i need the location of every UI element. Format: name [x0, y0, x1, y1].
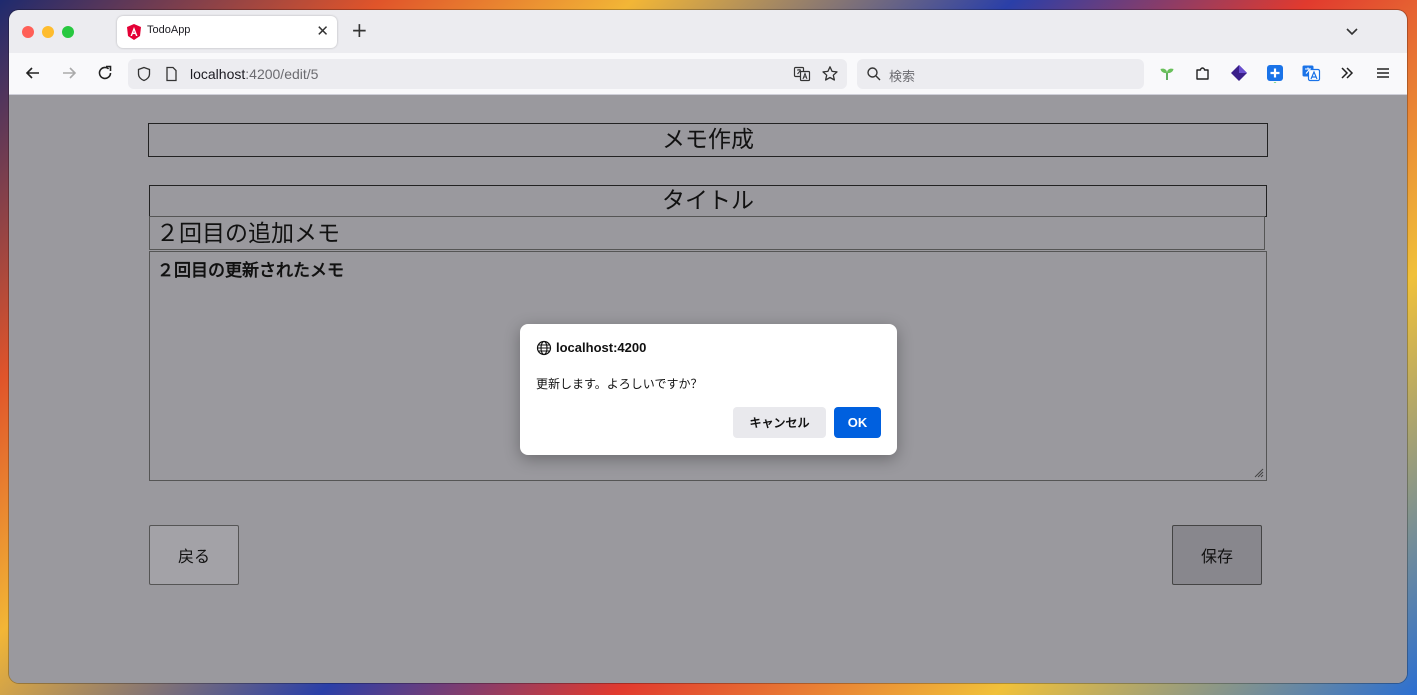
tab-bar: TodoApp ✕ +	[9, 10, 1407, 53]
search-placeholder: 検索	[889, 70, 916, 85]
diamond-extension-icon[interactable]	[1229, 63, 1249, 83]
url-path: :4200/edit/5	[245, 66, 319, 82]
title-input[interactable]: ２回目の追加メモ	[149, 216, 1265, 250]
add-extension-icon[interactable]	[1265, 63, 1285, 83]
translate-extension-icon[interactable]	[1301, 63, 1321, 83]
minimize-window-button[interactable]	[42, 26, 54, 38]
memo-text: ２回目の更新されたメモ	[157, 261, 344, 281]
ok-button[interactable]: OK	[834, 407, 881, 438]
navigation-toolbar: localhost:4200/edit/5 検索	[9, 53, 1407, 95]
search-icon	[867, 67, 881, 81]
chevron-down-icon[interactable]	[1345, 24, 1359, 38]
zoom-window-button[interactable]	[62, 26, 74, 38]
overflow-chevrons-icon[interactable]	[1337, 63, 1357, 83]
tab-todoapp[interactable]: TodoApp ✕	[117, 16, 337, 48]
url-host: localhost	[190, 66, 246, 82]
search-input[interactable]: 検索	[857, 59, 1144, 89]
angular-logo-icon	[127, 24, 141, 40]
url-text: localhost:4200/edit/5	[190, 66, 318, 82]
reload-icon[interactable]	[95, 63, 115, 83]
cancel-button[interactable]: キャンセル	[733, 407, 826, 438]
page-title: メモ作成	[148, 123, 1268, 157]
resize-handle-icon[interactable]	[1252, 466, 1264, 478]
dialog-message: 更新します。よろしいですか？	[536, 377, 703, 391]
hamburger-menu-icon[interactable]	[1373, 63, 1393, 83]
browser-window: TodoApp ✕ + localhost:4200/edit/5 検索 メモ作…	[9, 10, 1407, 683]
page-icon[interactable]	[163, 66, 179, 82]
new-tab-button[interactable]: +	[351, 18, 368, 42]
forward-arrow-icon[interactable]	[59, 63, 79, 83]
shield-icon[interactable]	[136, 66, 152, 82]
close-window-button[interactable]	[22, 26, 34, 38]
tab-title: TodoApp	[147, 24, 191, 36]
address-bar[interactable]: localhost:4200/edit/5	[128, 59, 847, 89]
tab-close-icon[interactable]: ✕	[316, 22, 329, 40]
confirm-dialog: localhost:4200 更新します。よろしいですか？ キャンセル OK	[520, 324, 897, 455]
sprout-extension-icon[interactable]	[1157, 63, 1177, 83]
title-label: タイトル	[149, 185, 1267, 217]
dialog-origin: localhost:4200	[556, 340, 647, 355]
extensions-puzzle-icon[interactable]	[1193, 63, 1213, 83]
translate-icon[interactable]	[793, 65, 811, 83]
bookmark-star-icon[interactable]	[821, 65, 839, 83]
globe-icon	[536, 340, 552, 356]
save-button[interactable]: 保存	[1172, 525, 1262, 585]
back-arrow-icon[interactable]	[23, 63, 43, 83]
back-button[interactable]: 戻る	[149, 525, 239, 585]
